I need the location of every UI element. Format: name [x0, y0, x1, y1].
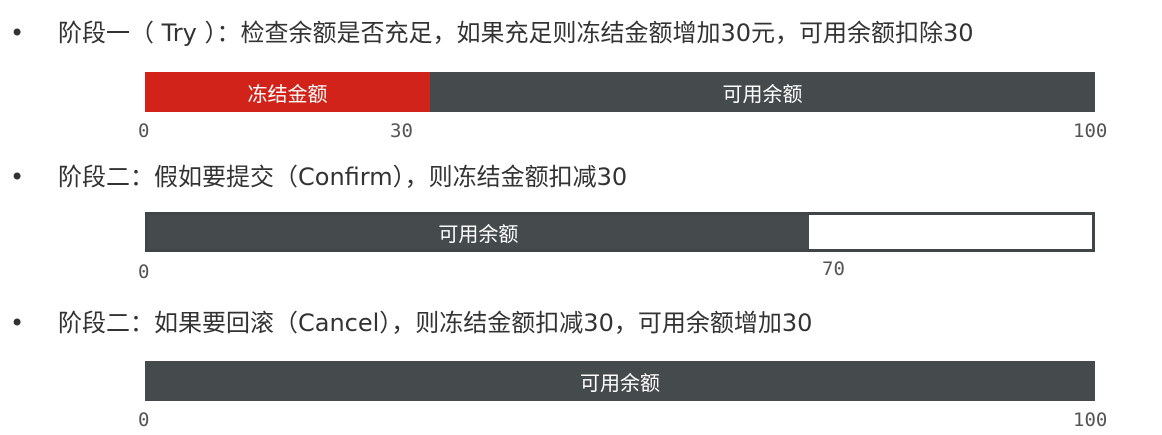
stage3-text: 阶段二：如果要回滚（Cancel），则冻结金额扣减30，可用余额增加30	[58, 309, 813, 337]
stage1-balance-bar: 冻结金额 可用余额	[145, 72, 1095, 112]
stage1-available-label: 可用余额	[722, 81, 803, 106]
stage3-tick-0: 0	[138, 409, 150, 431]
stage2-available-label: 可用余额	[438, 221, 519, 246]
bullet-icon: •	[10, 163, 25, 191]
stage1-frozen-segment: 冻结金额	[145, 72, 430, 112]
stage3-balance-bar: 可用余额	[145, 361, 1095, 401]
stage2-empty-segment	[808, 215, 1092, 249]
stage2-tick-70: 70	[822, 258, 845, 280]
stage3-available-segment: 可用余额	[145, 361, 1095, 401]
bullet-icon: •	[10, 309, 25, 337]
stage3-available-label: 可用余额	[580, 370, 660, 395]
stage1-tick-30: 30	[390, 120, 413, 142]
stage1-tick-100: 100	[1073, 120, 1108, 142]
stage2-balance-bar: 可用余额	[145, 212, 1095, 252]
stage2-description: • 阶段二：假如要提交（Confirm），则冻结金额扣减30	[10, 162, 627, 192]
stage2-available-segment: 可用余额	[148, 215, 809, 249]
stage2-tick-0: 0	[138, 261, 150, 283]
stage3-tick-100: 100	[1073, 409, 1108, 431]
bullet-icon: •	[10, 19, 25, 47]
stage1-description: • 阶段一（ Try ）：检查余额是否充足，如果充足则冻结金额增加30元，可用余额…	[10, 18, 974, 48]
stage2-text: 阶段二：假如要提交（Confirm），则冻结金额扣减30	[58, 163, 628, 191]
stage1-available-segment: 可用余额	[430, 72, 1095, 112]
stage1-tick-0: 0	[138, 120, 150, 142]
stage1-frozen-label: 冻结金额	[247, 81, 328, 106]
stage3-description: • 阶段二：如果要回滚（Cancel），则冻结金额扣减30，可用余额增加30	[10, 308, 812, 338]
stage1-text: 阶段一（ Try ）：检查余额是否充足，如果充足则冻结金额增加30元，可用余额扣…	[58, 19, 974, 47]
